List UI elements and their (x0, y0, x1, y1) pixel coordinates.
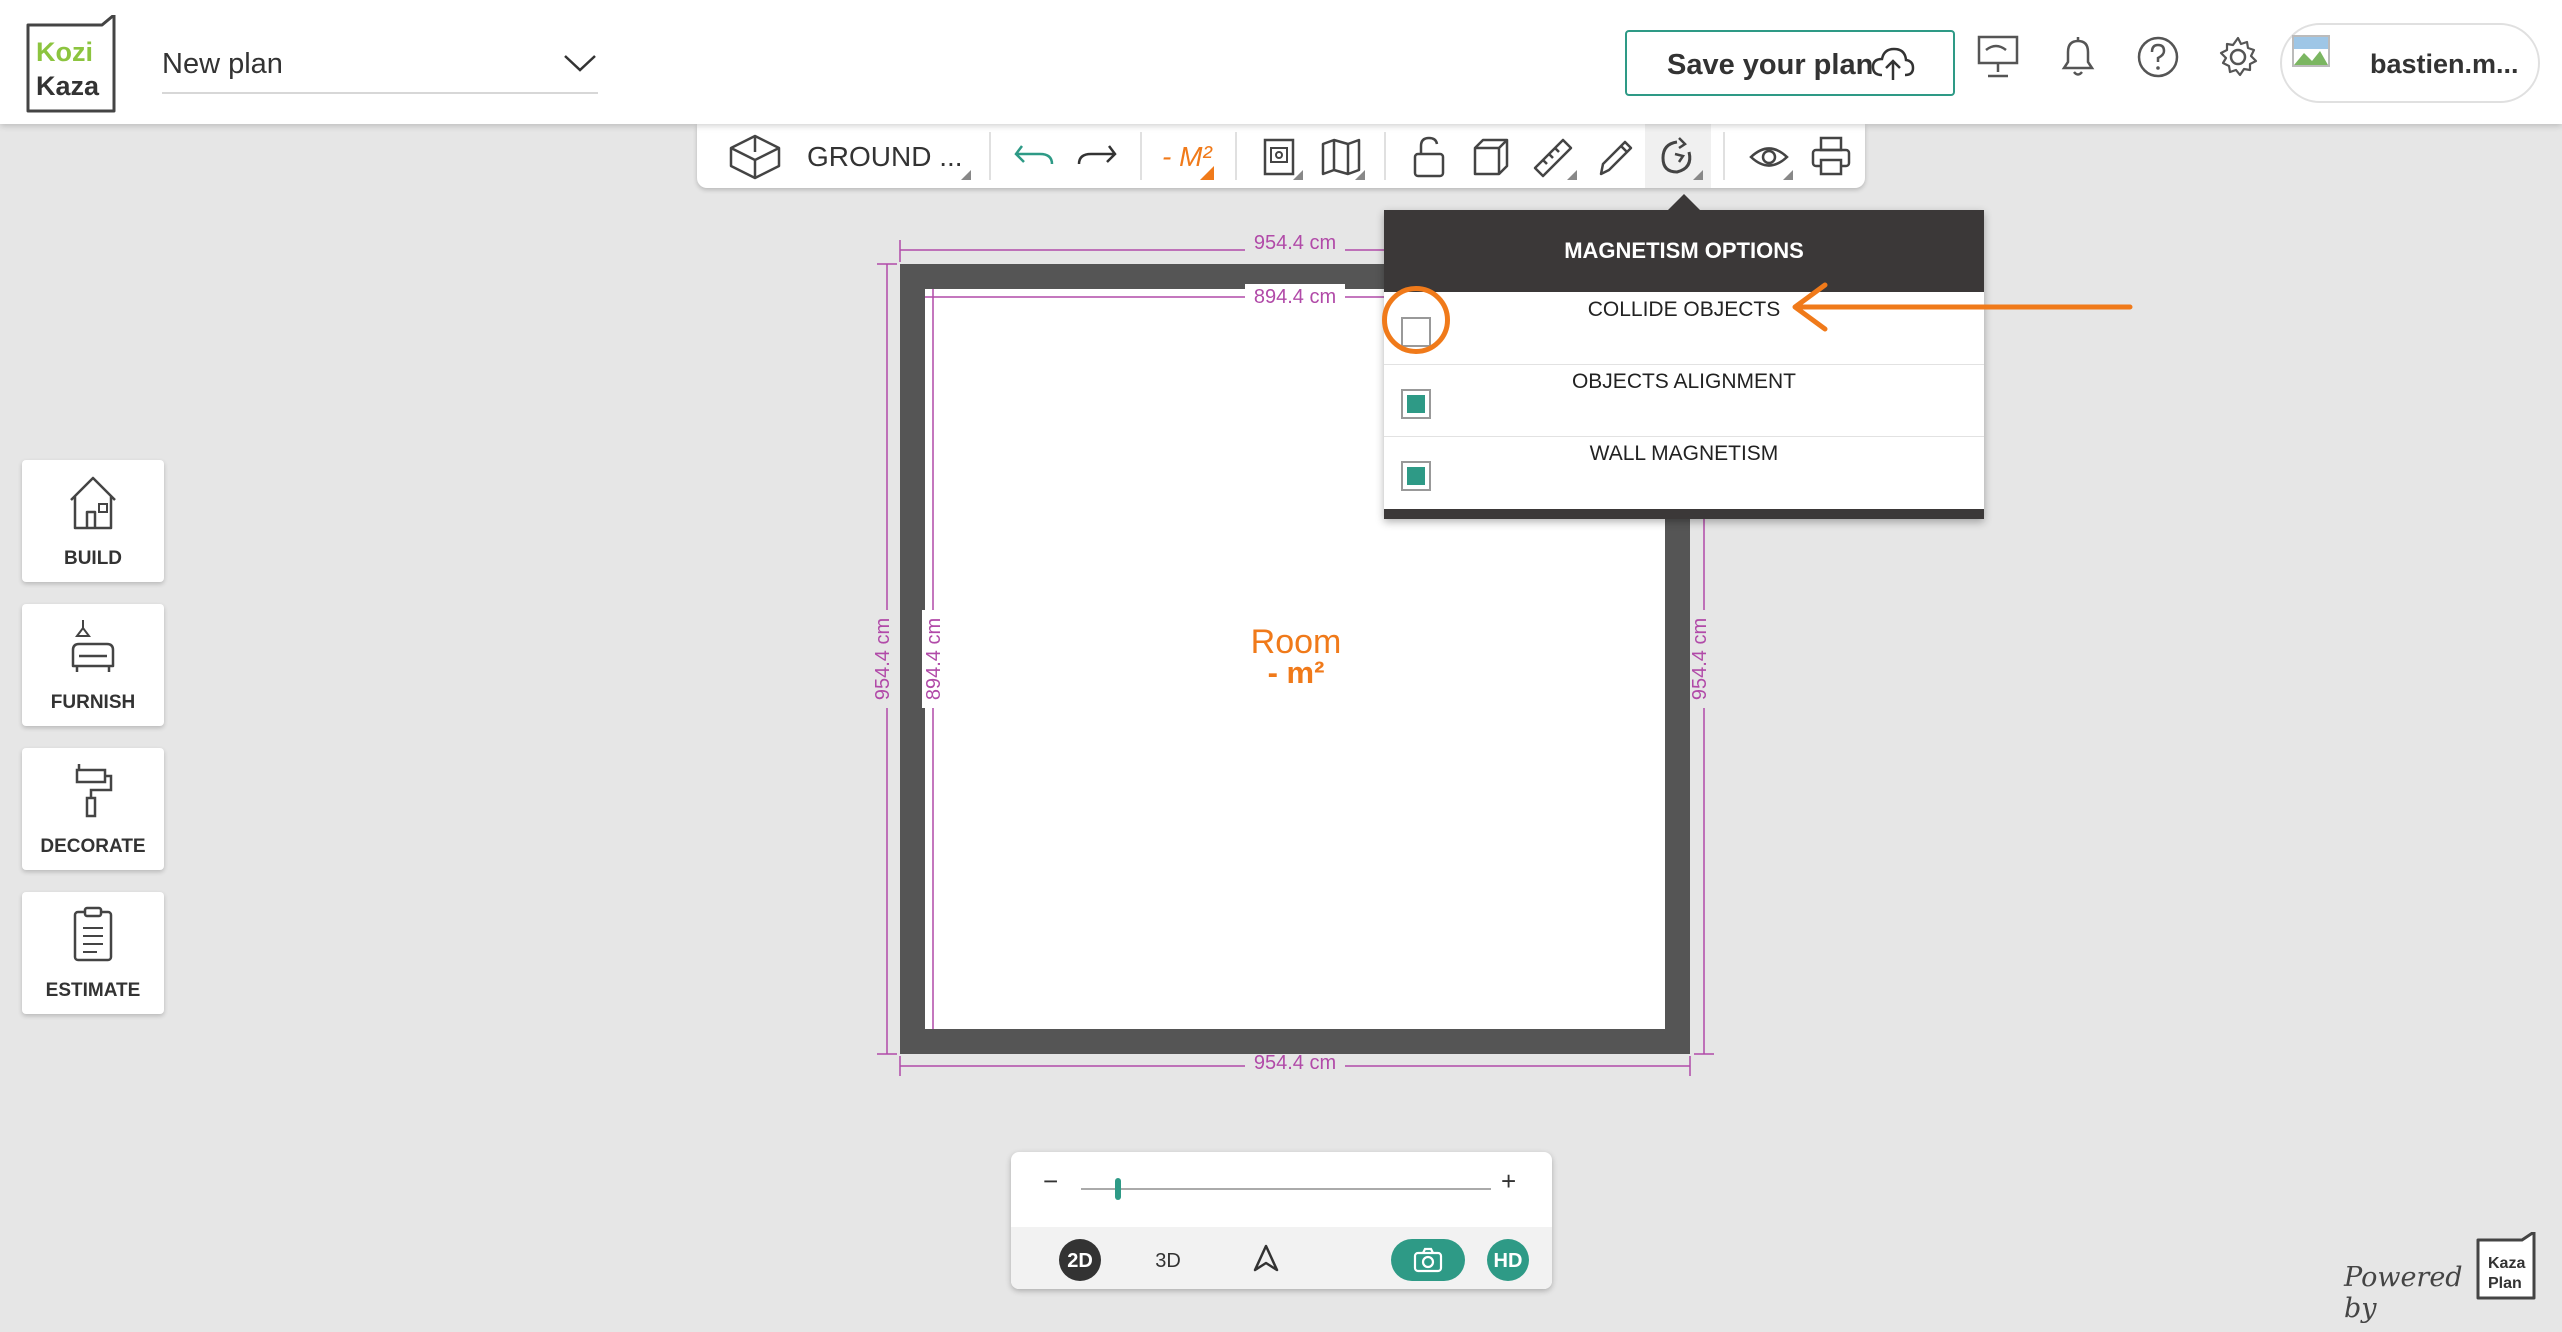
zoom-out-button[interactable]: − (1043, 1166, 1058, 1197)
app-header: Kozi Kaza New plan Save your plan bastie… (0, 0, 2562, 124)
option-objects-alignment[interactable]: OBJECTS ALIGNMENT (1384, 364, 1984, 437)
user-menu[interactable]: bastien.m... (2280, 23, 2540, 103)
magnetism-options-panel: MAGNETISM OPTIONS COLLIDE OBJECTS OBJECT… (1384, 194, 1984, 519)
ruler-icon[interactable] (1531, 134, 1577, 180)
level-label: GROUND ... (807, 141, 963, 172)
dimension-left-inner: 894.4 cm (923, 618, 945, 700)
option-label: OBJECTS ALIGNMENT (1571, 370, 1797, 393)
zoom-in-button[interactable]: + (1501, 1166, 1516, 1197)
room-area-label: - m² (1267, 655, 1325, 690)
redo-icon[interactable] (1075, 136, 1119, 176)
bell-icon[interactable] (2056, 34, 2100, 80)
gear-icon[interactable] (2216, 34, 2260, 80)
camera-icon (1413, 1247, 1443, 1273)
magnetism-panel-header: MAGNETISM OPTIONS (1384, 210, 1984, 292)
print-icon[interactable] (1809, 134, 1853, 180)
objects-alignment-checkbox[interactable] (1401, 389, 1431, 419)
option-label: WALL MAGNETISM (1589, 442, 1779, 465)
mode-2d-label: 2D (1067, 1250, 1093, 1272)
dimension-left-outer: 954.4 cm (872, 618, 894, 700)
cloud-upload-icon (1871, 46, 1915, 82)
undo-icon[interactable] (1012, 136, 1056, 176)
eye-icon[interactable] (1747, 134, 1793, 180)
mode-2d-button[interactable]: 2D (1059, 1239, 1101, 1281)
lock-open-icon[interactable] (1407, 134, 1451, 180)
3d-box-icon[interactable] (1469, 134, 1513, 180)
view-controls: − + 2D 3D HD (1011, 1152, 1552, 1289)
compass-icon[interactable] (1251, 1243, 1281, 1273)
level-selector[interactable]: GROUND ... (697, 124, 989, 188)
user-name: bastien.m... (2370, 49, 2519, 79)
plan-document-icon[interactable] (1257, 134, 1303, 180)
save-plan-label: Save your plan (1667, 49, 1874, 81)
svg-text:Plan: Plan (2488, 1275, 2522, 1292)
magnetism-panel-title: MAGNETISM OPTIONS (1564, 238, 1804, 263)
kozikaza-logo[interactable]: Kozi Kaza (22, 15, 122, 115)
zoom-slider[interactable] (1081, 1174, 1501, 1204)
camera-button[interactable] (1391, 1239, 1465, 1281)
hd-button[interactable]: HD (1487, 1239, 1529, 1281)
presentation-screen-icon[interactable] (1976, 34, 2020, 80)
plan-toolbar: GROUND ... - M² (697, 124, 1865, 188)
magnetism-button[interactable] (1645, 124, 1711, 188)
logo-text-bottom: Kaza (36, 71, 100, 101)
svg-text:Kaza: Kaza (2488, 1255, 2525, 1272)
highlight-circle (1382, 286, 1450, 354)
mode-3d-button[interactable]: 3D (1147, 1239, 1189, 1281)
map-icon[interactable] (1319, 134, 1365, 180)
help-icon[interactable] (2136, 34, 2180, 80)
dimension-top-outer: 954.4 cm (1254, 232, 1336, 254)
plan-selector[interactable]: New plan (162, 40, 598, 94)
save-plan-button[interactable]: Save your plan (1625, 30, 1955, 96)
annotation-arrow-icon (1792, 282, 2133, 332)
dimension-right-outer: 954.4 cm (1689, 618, 1711, 700)
dimension-top-inner: 894.4 cm (1254, 286, 1336, 308)
chevron-down-icon[interactable] (562, 48, 598, 78)
plan-name: New plan (162, 48, 283, 80)
logo-text-top: Kozi (36, 37, 93, 67)
cube-level-icon (727, 132, 783, 182)
pen-icon[interactable] (1593, 134, 1637, 180)
hd-label: HD (1493, 1250, 1523, 1272)
mode-3d-label: 3D (1155, 1250, 1181, 1272)
dimension-bottom-outer: 954.4 cm (1254, 1052, 1336, 1074)
option-wall-magnetism[interactable]: WALL MAGNETISM (1384, 436, 1984, 508)
powered-by-text: Powered by (2344, 1262, 2463, 1324)
kazaplan-logo: Kaza Plan (2476, 1232, 2536, 1300)
zoom-slider-thumb[interactable] (1115, 1178, 1121, 1200)
avatar (2292, 35, 2350, 93)
area-display-button[interactable]: - M² (1145, 124, 1225, 188)
wall-magnetism-checkbox[interactable] (1401, 461, 1431, 491)
